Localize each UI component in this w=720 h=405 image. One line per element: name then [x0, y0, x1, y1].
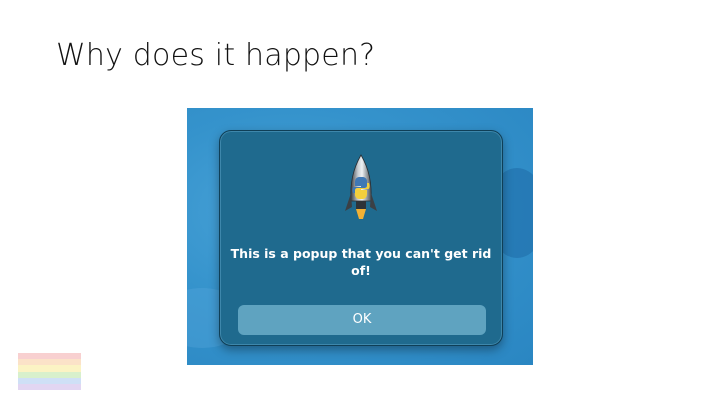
slide: Why does it happen? This is a popup that…: [0, 0, 720, 405]
rainbow-stripes-logo: [18, 353, 81, 391]
ok-button[interactable]: OK: [238, 305, 486, 335]
slide-title: Why does it happen?: [56, 38, 376, 73]
popup-dialog: This is a popup that you can't get rid o…: [219, 130, 503, 346]
popup-message: This is a popup that you can't get rid o…: [230, 246, 492, 278]
python-rocket-icon: [345, 154, 377, 219]
popup-screenshot: This is a popup that you can't get rid o…: [187, 108, 533, 365]
logo-stripe: [18, 383, 81, 391]
